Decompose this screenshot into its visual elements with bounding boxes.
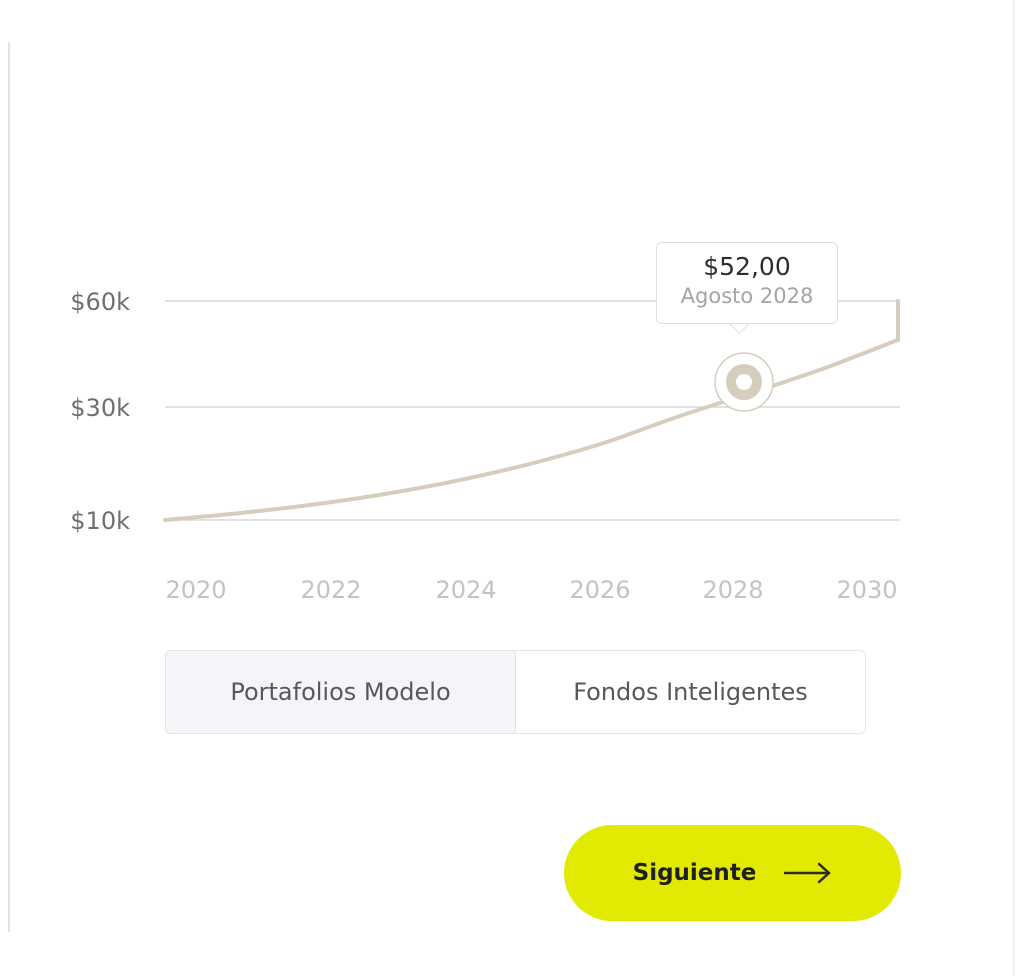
portfolio-type-toggle: Portafolios Modelo Fondos Inteligentes bbox=[165, 650, 866, 734]
series-line bbox=[163, 299, 900, 522]
arrow-right-icon bbox=[784, 862, 831, 884]
y-tick-label: $60k bbox=[70, 288, 130, 316]
next-button[interactable]: Siguiente bbox=[564, 825, 901, 921]
growth-chart: $10k $30k $60k 2020 2022 2024 2026 2028 2030 bbox=[70, 288, 900, 604]
x-tick-label: 2020 bbox=[165, 576, 226, 604]
chart-tooltip: $52,00 Agosto 2028 bbox=[656, 242, 838, 324]
y-tick-label: $30k bbox=[70, 394, 130, 422]
toggle-portafolios-modelo[interactable]: Portafolios Modelo bbox=[166, 651, 516, 733]
tooltip-date: Agosto 2028 bbox=[680, 284, 814, 308]
x-tick-label: 2026 bbox=[569, 576, 630, 604]
highlight-point bbox=[726, 364, 762, 400]
x-tick-label: 2024 bbox=[435, 576, 496, 604]
x-tick-label: 2028 bbox=[702, 576, 763, 604]
x-tick-label: 2022 bbox=[300, 576, 361, 604]
toggle-fondos-inteligentes[interactable]: Fondos Inteligentes bbox=[516, 651, 865, 733]
next-button-label: Siguiente bbox=[632, 860, 757, 886]
y-tick-label: $10k bbox=[70, 507, 130, 535]
tooltip-value: $52,00 bbox=[703, 252, 791, 281]
x-tick-label: 2030 bbox=[836, 576, 897, 604]
chart-panel: $10k $30k $60k 2020 2022 2024 2026 2028 2030 $52… bbox=[0, 0, 1016, 976]
